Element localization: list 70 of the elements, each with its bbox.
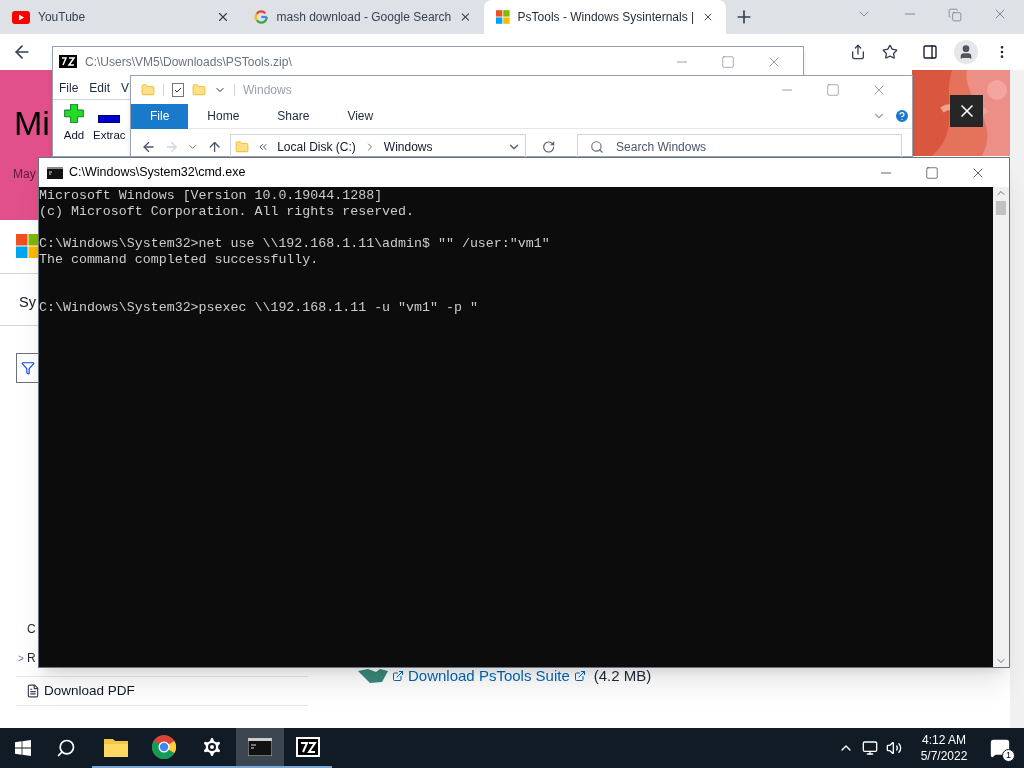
folder-icon	[141, 83, 155, 97]
four-squares-logo	[16, 234, 40, 258]
network-icon[interactable]	[862, 740, 878, 756]
notification-count: 1	[1002, 749, 1015, 762]
section-title: Sy	[19, 293, 36, 312]
side-panel-icon[interactable]	[922, 44, 938, 60]
expand-icon[interactable]: >	[18, 651, 24, 666]
ribbon-tab[interactable]: Share	[258, 103, 329, 129]
file-size: (4.2 MB)	[593, 666, 652, 686]
filter-icon	[21, 361, 35, 375]
volume-icon[interactable]	[886, 740, 902, 756]
terminal-icon	[248, 738, 272, 756]
toolbar-button[interactable]: Extrac	[93, 104, 126, 144]
close-icon[interactable]	[459, 10, 472, 24]
close-button[interactable]	[950, 95, 983, 127]
round-browser-icon	[152, 735, 176, 759]
download-link[interactable]: Download PsTools Suite	[408, 665, 570, 688]
window-title: Windows	[243, 82, 293, 99]
external-link-icon	[573, 670, 586, 683]
folder-icon	[104, 737, 128, 757]
profile-avatar[interactable]	[954, 40, 978, 64]
clock[interactable]: 4:12 AM 5/7/2022	[912, 732, 976, 764]
breadcrumb-item[interactable]: Windows	[383, 138, 433, 156]
page-subtitle: May	[13, 166, 36, 183]
close-icon[interactable]	[216, 10, 230, 24]
help-icon[interactable]	[894, 108, 910, 124]
ribbon-tab[interactable]: View	[328, 103, 393, 129]
minus-icon	[98, 114, 121, 123]
search-icon[interactable]	[56, 738, 76, 758]
terminal-icon	[47, 166, 63, 179]
console-output: Microsoft Windows [Version 10.0.19044.1288] (c) Microsoft Corporation. All rights reserved. C:\Windows\System32>net use \\192.168.1.11\admin$ "" /user:"vm1" The command completed successfully. C:\Windows\System32>psexec \\192.168.1.11 -u "vm1" -p "	[39, 187, 551, 317]
download-pdf-link[interactable]: Download PDF	[44, 681, 135, 702]
back-icon[interactable]	[141, 139, 157, 155]
double-chevron-icon[interactable]	[257, 141, 270, 153]
window-title: C:\Users\VM5\Downloads\PSTools.zip\	[85, 53, 293, 71]
maximize-icon[interactable]	[925, 165, 939, 180]
share-icon[interactable]	[850, 44, 866, 60]
page-heading: Mi	[14, 106, 50, 140]
taskbar-app[interactable]	[236, 728, 284, 768]
external-link-icon	[392, 670, 404, 683]
document-icon	[26, 684, 40, 699]
refresh-icon[interactable]	[541, 140, 556, 154]
scroll-thumb[interactable]	[996, 201, 1006, 215]
new-folder-icon	[192, 83, 206, 97]
browser-tab[interactable]: PsTools - Windows Sysinternals |	[484, 0, 726, 34]
start-icon[interactable]	[15, 740, 31, 756]
plus-icon	[63, 104, 85, 123]
archive-icon	[296, 737, 320, 757]
window-title: C:\Windows\System32\cmd.exe	[69, 164, 247, 182]
bookmark-star-icon[interactable]	[882, 44, 898, 60]
breadcrumb-item[interactable]: Local Disk (C:)	[277, 138, 356, 156]
ribbon-tab[interactable]: Home	[188, 103, 259, 129]
properties-icon	[172, 83, 184, 97]
menu-item[interactable]: File	[59, 78, 79, 97]
menu-item[interactable]: V	[121, 78, 130, 97]
nav-item[interactable]: R	[27, 649, 36, 667]
browser-tab[interactable]: YouTube	[0, 0, 242, 34]
toolbar-button[interactable]: Add	[63, 104, 85, 144]
four-squares-logo	[496, 9, 510, 25]
package-icon	[358, 669, 388, 684]
video-play-icon	[12, 10, 30, 24]
nav-item[interactable]: C	[27, 620, 36, 638]
folder-icon	[235, 140, 250, 154]
search-field[interactable]: Search Windows	[616, 138, 889, 156]
search-icon	[590, 140, 605, 154]
menu-item[interactable]: Edit	[89, 78, 111, 97]
browser-tab[interactable]: mash download - Google Search	[242, 0, 484, 34]
multicolor-ring-icon	[254, 9, 269, 25]
ribbon-tab[interactable]: File	[131, 103, 189, 129]
archive-icon	[59, 55, 77, 68]
